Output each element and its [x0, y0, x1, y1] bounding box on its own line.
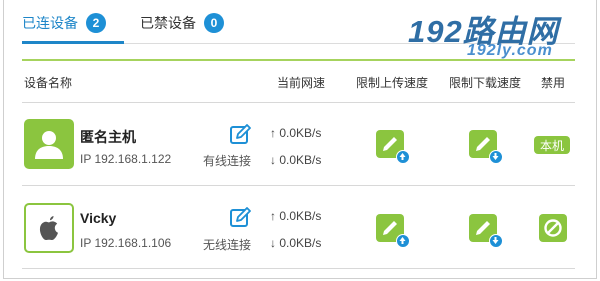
- download-rate: ↓ 0.0KB/s: [270, 153, 322, 167]
- upload-rate: ↑ 0.0KB/s: [270, 209, 322, 223]
- connected-count-badge: 2: [86, 13, 106, 33]
- connection-type: 有线连接: [203, 154, 252, 168]
- ban-device-button[interactable]: [539, 214, 567, 242]
- device-ip: IP 192.168.1.106: [80, 236, 172, 250]
- header-current-rate: 当前网速: [277, 76, 326, 90]
- header-upload-limit: 限制上传速度: [356, 76, 429, 90]
- site-logo: 192路由网 192ly.com: [408, 6, 594, 64]
- upload-rate: ↑ 0.0KB/s: [270, 126, 322, 140]
- ban-icon: [544, 219, 562, 237]
- upload-arrow-icon: [396, 150, 410, 164]
- this-host-badge: 本机: [534, 136, 570, 154]
- edit-name-icon[interactable]: [229, 124, 251, 146]
- upload-limit-button[interactable]: [376, 130, 410, 164]
- download-arrow-icon: [489, 234, 503, 248]
- tab-banned-devices[interactable]: 已禁设备 0: [140, 13, 224, 33]
- download-limit-button[interactable]: [469, 130, 503, 164]
- logo-sub-text: 192ly.com: [467, 42, 553, 59]
- upload-limit-button[interactable]: [376, 214, 410, 248]
- upload-arrow-icon: [396, 234, 410, 248]
- person-icon: [35, 131, 63, 159]
- apple-icon: [39, 216, 58, 241]
- header-download-limit: 限制下载速度: [449, 76, 522, 90]
- download-limit-button[interactable]: [469, 214, 503, 248]
- device-name: Vicky: [80, 210, 117, 226]
- download-arrow-icon: [489, 150, 503, 164]
- device-avatar: [24, 203, 74, 253]
- header-divider: [22, 102, 575, 103]
- header-ban: 禁用: [541, 76, 566, 90]
- edit-name-icon[interactable]: [229, 207, 251, 229]
- download-rate: ↓ 0.0KB/s: [270, 236, 322, 250]
- connection-type: 无线连接: [203, 238, 252, 252]
- tab-connected-devices[interactable]: 已连设备 2: [22, 13, 106, 33]
- active-tab-indicator: [22, 41, 124, 44]
- header-device-name: 设备名称: [24, 76, 73, 90]
- tab-banned-label: 已禁设备: [140, 15, 196, 31]
- tab-connected-label: 已连设备: [22, 15, 78, 31]
- device-tabs: 已连设备 2 已禁设备 0: [22, 6, 258, 40]
- header-green-divider: [22, 59, 575, 61]
- row-divider: [22, 185, 575, 186]
- banned-count-badge: 0: [204, 13, 224, 33]
- row-divider: [22, 268, 575, 269]
- device-avatar: [24, 119, 74, 169]
- device-ip: IP 192.168.1.122: [80, 152, 172, 166]
- device-name: 匿名主机: [80, 129, 136, 145]
